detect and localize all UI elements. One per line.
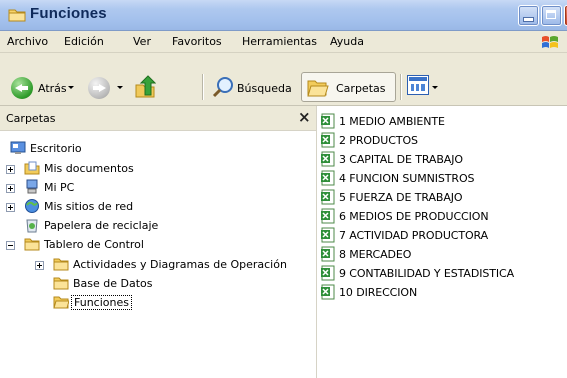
tree-item-label: Mis sitios de red [44,200,134,213]
close-icon[interactable]: × [298,108,311,126]
desktop-icon [10,141,26,154]
window-title: Funciones [30,5,107,22]
tree-item-label: Mi PC [44,181,75,194]
menu-herramientas[interactable]: Herramientas [242,35,317,48]
tree-item-label: Tablero de Control [44,238,144,251]
folders-pane-header: Carpetas × [0,106,316,131]
folders-pane-title: Carpetas [6,112,56,125]
folders-button-label: Carpetas [336,82,386,95]
folder-icon [53,258,69,271]
excel-file-icon [321,170,335,186]
search-icon[interactable] [212,76,234,98]
toolbar-separator [202,74,204,100]
documents-folder-icon [24,161,40,175]
tree-item-label: Actividades y Diagramas de Operación [73,258,287,271]
excel-file-icon [321,246,335,262]
file-name: 2 PRODUCTOS [339,134,418,147]
expand-plus-icon[interactable] [6,203,15,212]
file-name: 4 FUNCION SUMNISTROS [339,172,475,185]
folder-icon [8,9,26,22]
folders-icon [307,80,329,97]
search-button-label[interactable]: Búsqueda [237,82,292,95]
open-folder-icon [53,296,69,309]
file-name: 8 MERCADEO [339,248,412,261]
file-name: 1 MEDIO AMBIENTE [339,115,445,128]
back-button-label[interactable]: Atrás [38,82,67,95]
forward-dropdown-arrow-icon[interactable] [117,86,123,89]
excel-file-icon [321,132,335,148]
windows-logo-icon [542,36,558,48]
file-name: 6 MEDIOS DE PRODUCCION [339,210,489,223]
tree-item-label: Base de Datos [73,277,153,290]
forward-arrow-icon[interactable] [88,77,110,99]
menu-ayuda[interactable]: Ayuda [330,35,364,48]
excel-file-icon [321,151,335,167]
menu-favoritos[interactable]: Favoritos [172,35,222,48]
file-name: 3 CAPITAL DE TRABAJO [339,153,463,166]
file-name: 10 DIRECCION [339,286,418,299]
folder-icon [53,277,69,290]
network-icon [25,199,39,213]
folder-up-icon[interactable] [134,75,156,99]
tree-item-label: Escritorio [30,142,82,155]
excel-file-icon [321,227,335,243]
excel-file-icon [321,265,335,281]
views-dropdown-arrow-icon[interactable] [432,86,438,89]
file-name: 7 ACTIVIDAD PRODUCTORA [339,229,489,242]
file-name: 5 FUERZA DE TRABAJO [339,191,463,204]
excel-file-icon [321,113,335,129]
collapse-minus-icon[interactable] [6,241,15,250]
menu-bar: Archivo Edición Ver Favoritos Herramient… [0,31,567,53]
expand-plus-icon[interactable] [35,261,44,270]
maximize-button[interactable] [541,5,562,26]
toolbar [0,53,567,106]
toolbar-separator [400,74,402,100]
minimize-button[interactable] [518,5,539,26]
tree-item-label: Funciones [71,295,132,310]
back-arrow-icon[interactable] [11,77,33,99]
tree-item-label: Mis documentos [44,162,134,175]
excel-file-icon [321,208,335,224]
back-dropdown-arrow-icon[interactable] [68,86,74,89]
menu-archivo[interactable]: Archivo [7,35,48,48]
computer-icon [26,179,38,194]
expand-plus-icon[interactable] [6,184,15,193]
menu-edicion[interactable]: Edición [64,35,104,48]
file-list-pane: 1 MEDIO AMBIENTE 2 PRODUCTOS 3 CAPITAL D… [317,106,567,378]
file-name: 9 CONTABILIDAD Y ESTADISTICA [339,267,514,280]
expand-plus-icon[interactable] [6,165,15,174]
recycle-bin-icon [26,219,38,233]
folders-pane: Carpetas × Escritorio Mis documentos Mi … [0,106,317,378]
folder-icon [24,238,40,251]
views-icon[interactable] [407,75,429,95]
excel-file-icon [321,284,335,300]
menu-ver[interactable]: Ver [133,35,151,48]
tree-item-label: Papelera de reciclaje [44,219,159,232]
explorer-window: Funciones Archivo Edición Ver Favoritos … [0,0,567,378]
excel-file-icon [321,189,335,205]
title-bar[interactable]: Funciones [0,0,567,31]
